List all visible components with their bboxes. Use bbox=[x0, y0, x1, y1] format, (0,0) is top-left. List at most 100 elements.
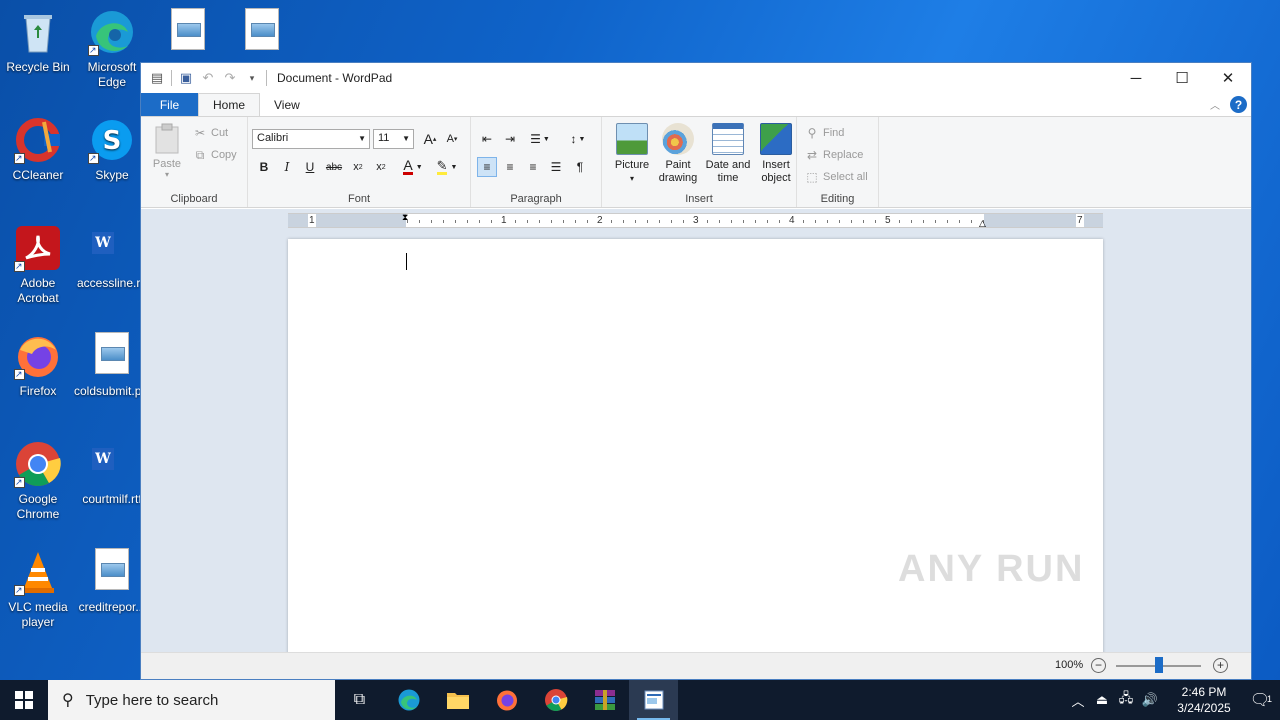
show-hidden-icons-button[interactable]: ︿ bbox=[1066, 691, 1090, 710]
desktop-icon-file-1[interactable] bbox=[150, 8, 226, 60]
network-icon[interactable]: 🖧 bbox=[1114, 689, 1138, 711]
desktop-icon-firefox[interactable]: Firefox bbox=[0, 332, 76, 399]
save-icon[interactable]: ▣ bbox=[178, 70, 194, 86]
shortcut-arrow-icon bbox=[14, 151, 25, 166]
copy-button[interactable]: ⧉ Copy bbox=[193, 145, 237, 165]
text-color-button[interactable]: A ▼ bbox=[398, 157, 428, 177]
desktop-icon-creditrepor[interactable]: creditrepor... bbox=[74, 548, 150, 615]
ruler-number: 4 bbox=[788, 214, 796, 227]
help-icon[interactable]: ? bbox=[1230, 96, 1247, 113]
ruler[interactable]: 1 1 2 3 4 5 7 ⧗ △ bbox=[288, 212, 1103, 229]
select-all-button[interactable]: ⬚ Select all bbox=[805, 167, 867, 187]
increase-indent-button[interactable]: ⇥ bbox=[500, 129, 520, 149]
minimize-ribbon-icon[interactable]: ︿ bbox=[1210, 97, 1220, 112]
ruler-number: 2 bbox=[596, 214, 604, 227]
desktop-icon-file-2[interactable] bbox=[224, 8, 300, 60]
paint-drawing-button[interactable]: Paint drawing bbox=[652, 123, 704, 185]
insert-object-button[interactable]: Insert object bbox=[750, 123, 802, 185]
italic-button[interactable]: I bbox=[277, 157, 297, 177]
desktop-icon-adobe-acrobat[interactable]: Adobe Acrobat bbox=[0, 224, 76, 306]
cut-button[interactable]: ✂ Cut bbox=[193, 123, 228, 143]
desktop-icon-google-chrome[interactable]: Google Chrome bbox=[0, 440, 76, 522]
replace-icon: ⇄ bbox=[806, 148, 818, 162]
desktop-icon-coldsubmit[interactable]: coldsubmit.png bbox=[74, 332, 150, 399]
grow-font-button[interactable]: A ▴ bbox=[420, 129, 440, 149]
highlight-color-button[interactable]: ✎ ▼ bbox=[432, 157, 462, 177]
document-page[interactable] bbox=[288, 239, 1103, 654]
subscript-button[interactable]: x2 bbox=[348, 157, 368, 177]
bullets-button[interactable]: ☰ ▼ bbox=[525, 129, 555, 149]
bold-button[interactable]: B bbox=[254, 157, 274, 177]
taskbar-wordpad[interactable] bbox=[629, 680, 678, 720]
desktop-icon-accessline[interactable]: W accessline.rtf bbox=[74, 224, 269, 291]
ruler-number: 1 bbox=[500, 214, 508, 227]
strikethrough-button[interactable]: abc bbox=[324, 157, 344, 177]
divider bbox=[171, 70, 172, 86]
customize-qat-icon[interactable]: ▾ bbox=[244, 73, 260, 84]
shortcut-arrow-icon bbox=[14, 475, 25, 490]
right-indent-marker-icon[interactable]: △ bbox=[979, 218, 986, 229]
find-button[interactable]: ⚲ Find bbox=[805, 123, 845, 143]
desktop-icon-label: courtmilf.rtf bbox=[82, 492, 142, 506]
font-size-select[interactable]: 11 ▼ bbox=[373, 129, 414, 149]
desktop-icon-courtmilf[interactable]: W courtmilf.rtf bbox=[74, 440, 269, 507]
undo-icon[interactable]: ↶ bbox=[200, 70, 216, 86]
notification-center-button[interactable]: 🗨 1 bbox=[1240, 690, 1280, 710]
taskbar-search-box[interactable]: ⚲ Type here to search bbox=[48, 680, 335, 720]
desktop-icon-label: creditrepor... bbox=[78, 600, 146, 614]
left-indent-marker-icon[interactable]: ⧗ bbox=[402, 212, 408, 223]
zoom-in-button[interactable]: + bbox=[1213, 658, 1228, 673]
desktop-icon-vlc[interactable]: VLC media player bbox=[0, 548, 76, 630]
align-center-button[interactable]: ≡ bbox=[500, 157, 520, 177]
desktop-icon-edge[interactable]: Microsoft Edge bbox=[74, 8, 150, 90]
taskbar: ⚲ Type here to search ⧉ ︿ ⏏ 🖧 🔊 2:46 PM … bbox=[0, 680, 1280, 720]
align-right-button[interactable]: ≡ bbox=[523, 157, 543, 177]
notification-count: 1 bbox=[1266, 694, 1272, 704]
tab-home[interactable]: Home bbox=[198, 93, 261, 116]
redo-icon[interactable]: ↷ bbox=[222, 70, 238, 86]
usb-icon[interactable]: ⏏ bbox=[1090, 692, 1114, 708]
start-button[interactable] bbox=[0, 680, 48, 720]
align-left-button[interactable]: ≡ bbox=[477, 157, 497, 177]
paste-button[interactable]: Paste ▾ bbox=[149, 123, 185, 179]
line-spacing-button[interactable]: ↕ ▼ bbox=[563, 129, 593, 149]
taskbar-edge[interactable] bbox=[384, 680, 433, 720]
superscript-button[interactable]: x2 bbox=[371, 157, 391, 177]
picture-button[interactable]: Picture ▾ bbox=[606, 123, 658, 185]
taskbar-winrar[interactable] bbox=[580, 680, 629, 720]
desktop-icon-label: accessline.rtf bbox=[76, 276, 148, 290]
clock[interactable]: 2:46 PM 3/24/2025 bbox=[1168, 684, 1240, 716]
volume-icon[interactable]: 🔊 bbox=[1138, 692, 1162, 708]
taskbar-firefox[interactable] bbox=[482, 680, 531, 720]
justify-button[interactable]: ☰ bbox=[546, 157, 566, 177]
date-time-button[interactable]: Date and time bbox=[702, 123, 754, 185]
taskbar-chrome[interactable] bbox=[531, 680, 580, 720]
taskbar-file-explorer[interactable] bbox=[433, 680, 482, 720]
shrink-font-button[interactable]: A ▾ bbox=[442, 129, 462, 149]
ruler-number: 1 bbox=[308, 214, 316, 227]
minimize-button[interactable]: ─ bbox=[1113, 63, 1159, 93]
underline-button[interactable]: U bbox=[300, 157, 320, 177]
maximize-button[interactable]: ☐ bbox=[1159, 63, 1205, 93]
desktop-icon-recycle-bin[interactable]: Recycle Bin bbox=[0, 8, 76, 75]
chevron-down-icon: ▾ bbox=[629, 174, 634, 183]
tab-file[interactable]: File bbox=[141, 93, 198, 116]
zoom-slider-thumb[interactable] bbox=[1155, 657, 1163, 673]
insert-object-label: Insert object bbox=[761, 159, 791, 184]
paragraph-settings-button[interactable]: ¶ bbox=[570, 157, 590, 177]
close-button[interactable]: ✕ bbox=[1205, 63, 1251, 93]
insert-group-label: Insert bbox=[685, 193, 713, 205]
task-view-button[interactable]: ⧉ bbox=[335, 680, 384, 720]
zoom-out-button[interactable]: − bbox=[1091, 658, 1106, 673]
desktop-icon-skype[interactable]: S Skype bbox=[74, 116, 150, 183]
group-clipboard: Paste ▾ ✂ Cut ⧉ Copy Clipboard bbox=[141, 117, 248, 207]
font-family-select[interactable]: Calibri ▼ bbox=[252, 129, 370, 149]
wordpad-app-icon[interactable]: ▤ bbox=[149, 70, 165, 86]
decrease-indent-button[interactable]: ⇤ bbox=[477, 129, 497, 149]
replace-button[interactable]: ⇄ Replace bbox=[805, 145, 863, 165]
desktop-icon-ccleaner[interactable]: CCleaner bbox=[0, 116, 76, 183]
chrome-icon bbox=[14, 440, 62, 490]
folder-icon bbox=[446, 693, 469, 709]
window-title: Document - WordPad bbox=[277, 71, 393, 85]
tab-view[interactable]: View bbox=[260, 93, 314, 116]
